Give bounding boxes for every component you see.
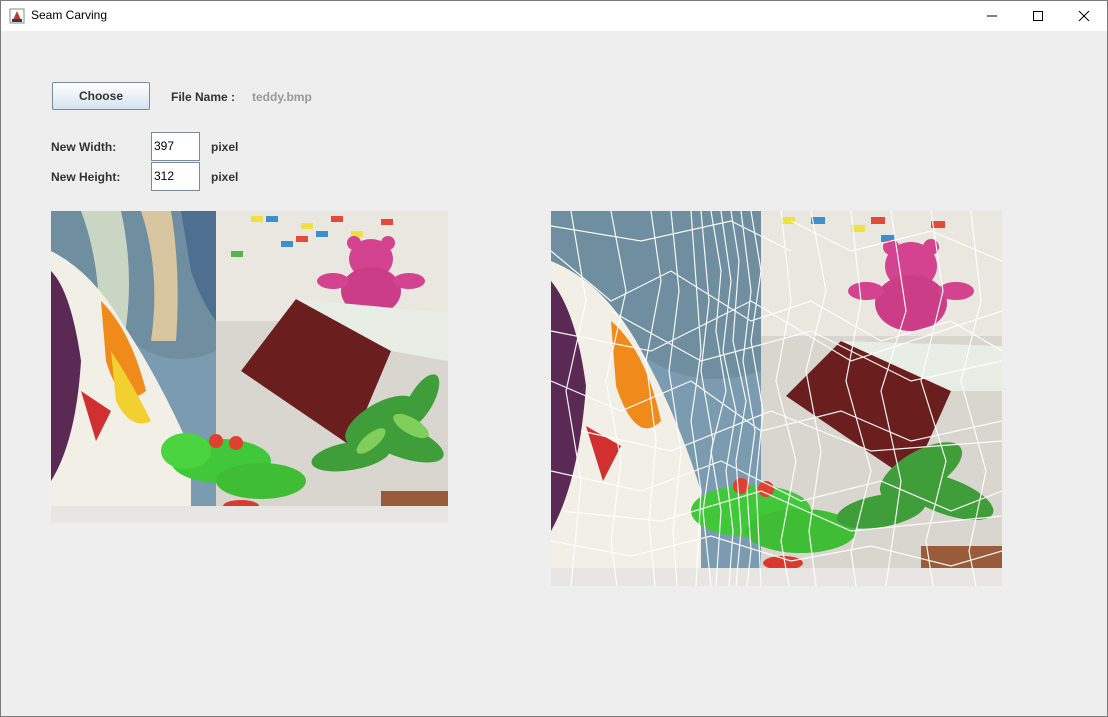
new-height-input[interactable]: 312 <box>151 162 200 191</box>
close-icon <box>1078 10 1090 22</box>
original-image-canvas <box>51 211 448 523</box>
title-bar[interactable]: Seam Carving <box>1 1 1107 31</box>
new-height-label: New Height: <box>51 170 121 184</box>
file-name-value: teddy.bmp <box>252 90 312 104</box>
maximize-button[interactable] <box>1015 1 1061 31</box>
original-image <box>51 211 448 523</box>
carved-image-canvas <box>551 211 1002 586</box>
new-width-label: New Width: <box>51 140 117 154</box>
minimize-icon <box>987 15 997 17</box>
java-app-icon <box>9 8 25 24</box>
choose-button[interactable]: Choose <box>52 82 150 110</box>
height-unit-label: pixel <box>211 170 239 184</box>
carved-image <box>551 211 1002 586</box>
window-title: Seam Carving <box>31 8 108 22</box>
maximize-icon <box>1033 11 1043 21</box>
app-window: Seam Carving Choose File Name : teddy.bm… <box>0 0 1108 717</box>
width-unit-label: pixel <box>211 140 239 154</box>
close-button[interactable] <box>1061 1 1107 31</box>
minimize-button[interactable] <box>969 1 1015 31</box>
new-width-input[interactable]: 397 <box>151 132 200 161</box>
file-name-label: File Name : <box>171 90 236 104</box>
